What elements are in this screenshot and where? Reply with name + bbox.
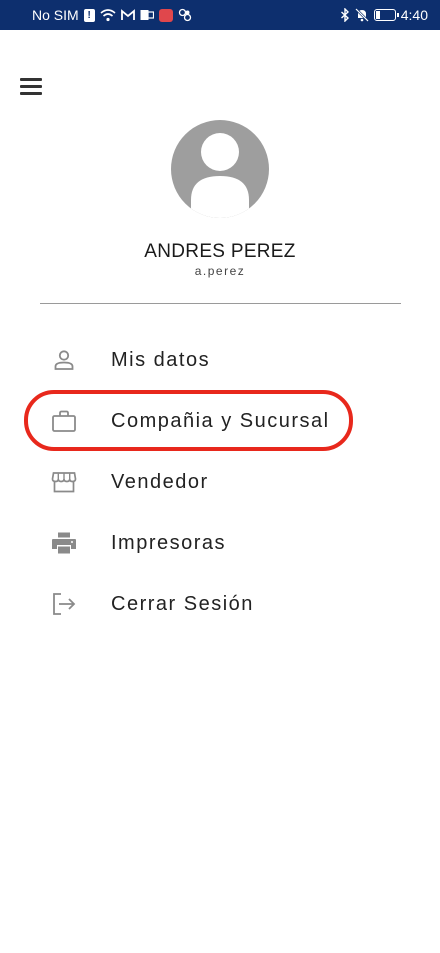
printer-icon — [51, 530, 77, 556]
status-right: 4:40 — [340, 7, 428, 23]
outlook-icon — [140, 7, 154, 23]
battery-icon — [373, 9, 399, 21]
menu-item-label: Vendedor — [111, 470, 209, 493]
menu-item-cerrar-sesion[interactable]: Cerrar Sesión — [0, 579, 440, 629]
menu-item-label: Compañia y Sucursal — [111, 409, 330, 432]
store-icon — [51, 469, 77, 495]
bluetooth-icon — [340, 7, 350, 23]
menu-item-mis-datos[interactable]: Mis datos — [0, 335, 440, 385]
carrier-text: No SIM — [32, 7, 79, 23]
hamburger-menu-icon[interactable] — [19, 77, 43, 97]
app-notification-icon — [158, 8, 173, 22]
avatar[interactable] — [171, 120, 269, 218]
user-avatar-icon — [191, 133, 249, 218]
menu-item-label: Impresoras — [111, 531, 227, 554]
wifi-icon — [100, 7, 116, 23]
sim-warning-icon: ! — [83, 8, 95, 22]
user-username: a.perez — [194, 264, 246, 278]
divider — [40, 303, 401, 304]
status-left: No SIM ! — [32, 7, 192, 23]
logout-icon — [51, 591, 77, 617]
menu-item-label: Cerrar Sesión — [111, 592, 254, 615]
person-icon — [51, 347, 77, 373]
briefcase-icon — [51, 408, 77, 434]
menu-item-compania-sucursal[interactable]: Compañia y Sucursal — [0, 396, 440, 446]
menu-item-impresoras[interactable]: Impresoras — [0, 518, 440, 568]
clock-text: 4:40 — [400, 7, 428, 23]
menu-item-label: Mis datos — [111, 348, 211, 371]
user-name: ANDRES PEREZ — [144, 241, 296, 262]
silent-bell-icon — [354, 7, 369, 23]
gmail-icon — [120, 7, 135, 23]
pinwheel-icon — [178, 7, 192, 23]
status-bar: No SIM ! 4:40 — [0, 0, 440, 30]
menu-item-vendedor[interactable]: Vendedor — [0, 457, 440, 507]
